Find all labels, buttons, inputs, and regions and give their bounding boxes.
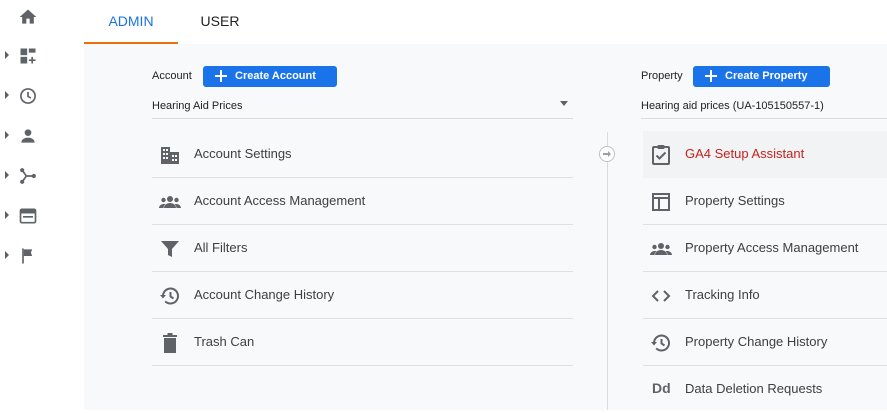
rail-audience[interactable] [0,116,56,156]
column-divider [607,132,608,410]
expand-caret-icon [5,131,9,139]
rail-home[interactable] [0,0,56,40]
column-divider-arrow [599,146,615,162]
ga4-setup-assistant-item[interactable]: GA4 Setup Assistant [643,131,887,178]
rail-customization[interactable] [0,36,56,76]
expand-caret-icon [5,251,9,259]
account-change-history-label: Account Change History [194,287,335,302]
plus-icon [705,70,717,82]
rail-acquisition[interactable] [0,156,56,196]
trash-icon [163,333,177,353]
tab-user[interactable]: USER [178,0,262,44]
expand-caret-icon [5,51,9,59]
property-label: Property [641,70,683,82]
trash-can-label: Trash Can [194,334,255,349]
arrow-right-icon [603,151,611,157]
expand-caret-icon [5,171,9,179]
all-filters-item[interactable]: All Filters [152,225,573,272]
property-settings-label: Property Settings [685,193,785,208]
property-settings-item[interactable]: Property Settings [643,178,887,225]
acquisition-icon [20,168,36,184]
person-icon [21,129,35,143]
property-access-management-item[interactable]: Property Access Management [643,225,887,272]
left-nav-rail [0,0,56,410]
property-change-history-label: Property Change History [685,334,828,349]
tracking-info-item[interactable]: Tracking Info [643,272,887,319]
admin-header: ADMIN USER [56,0,887,44]
dashboard-plus-icon [20,48,36,64]
property-change-history-item[interactable]: Property Change History [643,319,887,366]
ga4-setup-assistant-label: GA4 Setup Assistant [685,146,805,161]
account-label: Account [152,70,192,82]
account-settings-item[interactable]: Account Settings [152,131,573,178]
history-icon [651,334,670,352]
code-icon [651,290,671,302]
account-settings-label: Account Settings [194,146,292,161]
account-access-management-item[interactable]: Account Access Management [152,178,573,225]
rail-behavior[interactable] [0,196,56,236]
account-select[interactable]: Hearing Aid Prices [152,95,573,119]
people-icon [159,196,181,208]
property-access-management-label: Property Access Management [685,240,859,255]
rail-realtime[interactable] [0,76,56,116]
admin-content: Account Create Account Hearing Aid Price… [84,44,887,410]
create-property-label: Create Property [725,70,808,82]
expand-caret-icon [5,91,9,99]
flag-icon [22,248,33,264]
property-select[interactable]: Hearing aid prices (UA-105150557-1) [641,95,887,119]
checklist-icon [652,145,670,165]
data-deletion-requests-item[interactable]: Dd Data Deletion Requests [643,366,887,413]
rail-conversions[interactable] [0,236,56,276]
plus-icon [215,70,227,82]
create-property-button[interactable]: Create Property [693,66,830,87]
home-icon [19,9,37,24]
account-access-management-label: Account Access Management [194,193,366,208]
create-account-button[interactable]: Create Account [203,66,337,87]
tab-admin[interactable]: ADMIN [84,0,178,44]
account-change-history-item[interactable]: Account Change History [152,272,573,319]
dropdown-arrow-icon [560,101,568,106]
history-icon [160,287,179,305]
property-selected-value: Hearing aid prices (UA-105150557-1) [641,100,824,112]
tracking-info-label: Tracking Info [685,287,760,302]
filter-icon [161,241,179,257]
all-filters-label: All Filters [194,240,248,255]
people-icon [650,243,672,255]
create-account-label: Create Account [235,70,316,82]
clock-icon [20,88,36,104]
data-deletion-requests-label: Data Deletion Requests [685,381,823,396]
account-selected-value: Hearing Aid Prices [152,100,243,112]
trash-can-item[interactable]: Trash Can [152,319,573,366]
dd-icon: Dd [652,380,671,396]
building-icon [161,147,179,164]
browser-window-icon [19,208,37,224]
layout-icon [652,193,670,211]
expand-caret-icon [5,211,9,219]
